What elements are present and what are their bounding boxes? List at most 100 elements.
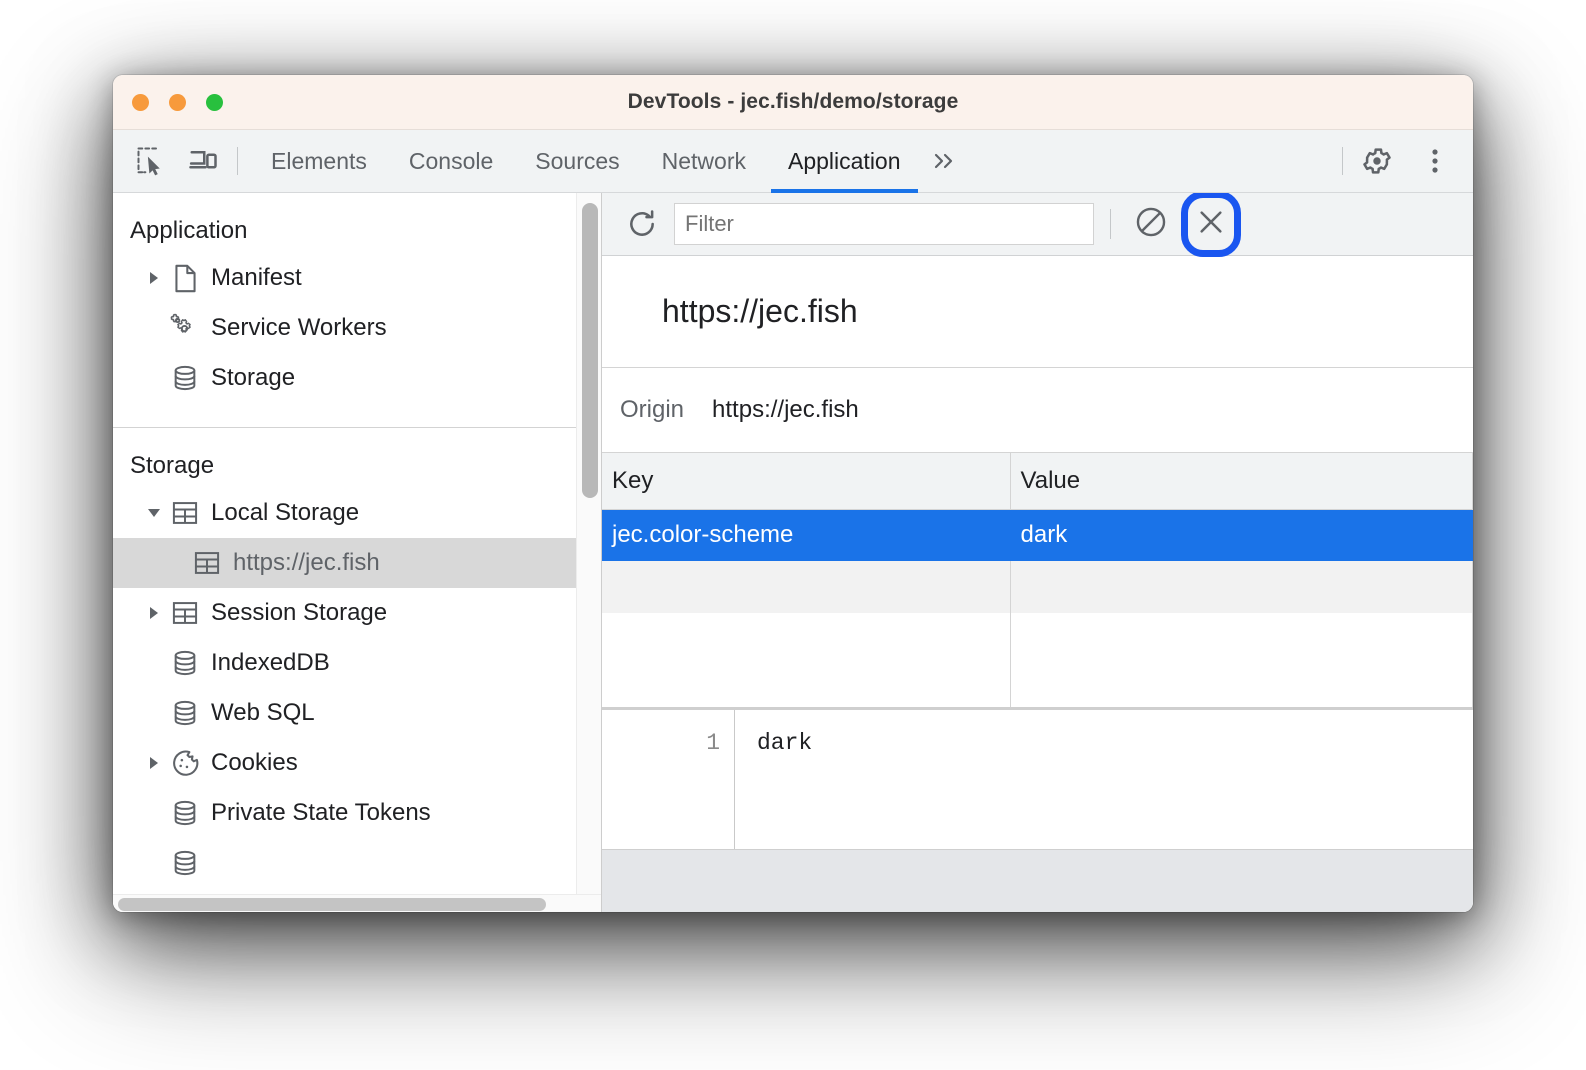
inspect-element-icon[interactable] [129, 139, 173, 183]
sidebar-vertical-scrollbar[interactable] [576, 193, 601, 894]
more-vertical-icon[interactable] [1413, 139, 1457, 183]
origin-meta-row: Origin https://jec.fish [602, 368, 1473, 453]
clear-all-button[interactable] [1127, 200, 1175, 248]
sidebar-item-jec-fish[interactable]: https://jec.fish [113, 538, 576, 588]
origin-title: https://jec.fish [662, 293, 858, 330]
database-icon [169, 362, 201, 394]
table-icon [169, 597, 201, 629]
sidebar-item-session-storage[interactable]: Session Storage [113, 588, 576, 638]
column-header-value[interactable]: Value [1010, 453, 1473, 509]
storage-main-panel: https://jec.fish Origin https://jec.fish… [602, 193, 1473, 912]
tab-sources[interactable]: Sources [514, 130, 640, 193]
sidebar-item-storage[interactable]: Storage [113, 353, 576, 403]
toolbar-divider [1110, 209, 1111, 239]
origin-title-row: https://jec.fish [602, 256, 1473, 368]
sidebar-item-local-storage[interactable]: Local Storage [113, 488, 576, 538]
storage-table-wrapper: Key Value jec.color-scheme dark [602, 453, 1473, 710]
chevron-right-icon[interactable] [143, 752, 165, 774]
sidebar-vertical-scrollbar-thumb[interactable] [582, 203, 598, 498]
sidebar-scroll-content: Application Manifest [113, 193, 576, 894]
window-title: DevTools - jec.fish/demo/storage [113, 90, 1473, 114]
tab-network-label: Network [662, 148, 746, 175]
sidebar-item-private-state-tokens-label: Private State Tokens [211, 799, 431, 827]
tab-console-label: Console [409, 148, 493, 175]
chevron-right-icon[interactable] [143, 602, 165, 624]
sidebar-section-title-application: Application [113, 193, 576, 253]
value-preview-pane: 1 dark [602, 710, 1473, 850]
cookie-icon [169, 747, 201, 779]
status-bar [602, 850, 1473, 912]
cell-value-filler [1010, 613, 1473, 710]
sidebar-item-cookies[interactable]: Cookies [113, 738, 576, 788]
sidebar-item-indexeddb-label: IndexedDB [211, 649, 330, 677]
devtools-window: DevTools - jec.fish/demo/storage Element… [113, 75, 1473, 912]
preview-content[interactable]: dark [735, 710, 1473, 849]
database-icon [169, 697, 201, 729]
device-toolbar-icon[interactable] [181, 139, 225, 183]
more-tabs-icon[interactable] [922, 149, 970, 173]
sidebar-item-indexeddb[interactable]: IndexedDB [113, 638, 576, 688]
chevron-down-icon[interactable] [143, 502, 165, 524]
document-icon [169, 262, 201, 294]
application-sidebar: Application Manifest [113, 193, 602, 912]
table-row-empty[interactable] [602, 561, 1473, 613]
table-header-row: Key Value [602, 453, 1473, 509]
sidebar-section-storage: Storage Local Storage [113, 428, 576, 888]
refresh-icon[interactable] [620, 202, 664, 246]
sidebar-item-service-workers-label: Service Workers [211, 314, 387, 342]
table-row-filler [602, 613, 1473, 710]
storage-key-value-table: Key Value jec.color-scheme dark [602, 453, 1473, 710]
sidebar-item-session-storage-label: Session Storage [211, 599, 387, 627]
storage-toolbar [602, 193, 1473, 256]
cell-key[interactable]: jec.color-scheme [602, 509, 1010, 561]
sidebar-horizontal-scrollbar-thumb[interactable] [118, 898, 546, 911]
tab-network[interactable]: Network [641, 130, 767, 193]
tab-application[interactable]: Application [767, 130, 922, 193]
cell-value[interactable]: dark [1010, 509, 1473, 561]
sidebar-section-title-storage: Storage [113, 428, 576, 488]
tab-elements[interactable]: Elements [250, 130, 388, 193]
table-icon [191, 547, 223, 579]
devtools-tabbar: Elements Console Sources Network Applica… [113, 130, 1473, 193]
sidebar-item-storage-label: Storage [211, 364, 295, 392]
sidebar-item-partial[interactable] [113, 838, 576, 888]
window-titlebar: DevTools - jec.fish/demo/storage [113, 75, 1473, 130]
screenshot-root: DevTools - jec.fish/demo/storage Element… [0, 0, 1586, 1070]
sidebar-section-application: Application Manifest [113, 193, 576, 413]
tabbar-divider-right [1342, 147, 1343, 175]
table-row[interactable]: jec.color-scheme dark [602, 509, 1473, 561]
cell-key-empty[interactable] [602, 561, 1010, 613]
line-number-gutter: 1 [602, 710, 735, 849]
tab-application-label: Application [788, 148, 901, 175]
sidebar-item-service-workers[interactable]: Service Workers [113, 303, 576, 353]
table-icon [169, 497, 201, 529]
sidebar-item-web-sql-label: Web SQL [211, 699, 315, 727]
tab-elements-label: Elements [271, 148, 367, 175]
database-icon [169, 847, 201, 879]
sidebar-item-private-state-tokens[interactable]: Private State Tokens [113, 788, 576, 838]
sidebar-item-web-sql[interactable]: Web SQL [113, 688, 576, 738]
tab-sources-label: Sources [535, 148, 619, 175]
sidebar-horizontal-scrollbar[interactable] [113, 894, 601, 912]
sidebar-item-manifest[interactable]: Manifest [113, 253, 576, 303]
no-entry-icon [1134, 205, 1168, 244]
tabbar-divider-left [237, 147, 238, 175]
chevron-right-icon[interactable] [143, 267, 165, 289]
sidebar-item-local-storage-label: Local Storage [211, 499, 359, 527]
cell-key-filler [602, 613, 1010, 710]
delete-selected-button[interactable] [1187, 200, 1235, 248]
database-icon [169, 797, 201, 829]
sidebar-item-jec-fish-label: https://jec.fish [233, 549, 380, 577]
column-header-key[interactable]: Key [602, 453, 1010, 509]
filter-input[interactable] [674, 203, 1094, 245]
database-icon [169, 647, 201, 679]
cell-value-empty[interactable] [1010, 561, 1473, 613]
devtools-body: Application Manifest [113, 193, 1473, 912]
sidebar-item-cookies-label: Cookies [211, 749, 298, 777]
origin-value: https://jec.fish [712, 396, 859, 424]
tab-console[interactable]: Console [388, 130, 514, 193]
origin-label: Origin [620, 396, 684, 424]
gear-icon[interactable] [1355, 139, 1399, 183]
close-x-icon [1195, 206, 1227, 243]
sidebar-item-manifest-label: Manifest [211, 264, 302, 292]
